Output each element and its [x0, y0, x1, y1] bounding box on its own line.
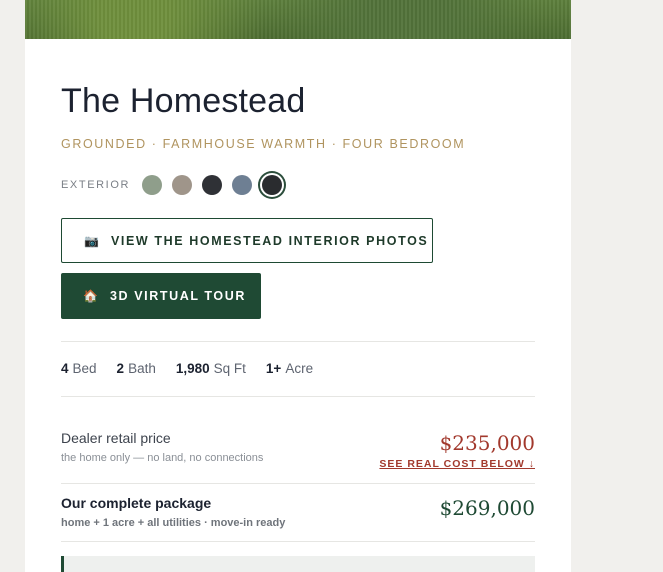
exterior-label: EXTERIOR	[61, 179, 131, 191]
retail-price: $235,000	[439, 431, 535, 455]
swatch-charcoal[interactable]	[202, 175, 223, 195]
virtual-tour-button[interactable]: 🏠 3D VIRTUAL TOUR	[61, 273, 261, 319]
virtual-tour-label: 3D VIRTUAL TOUR	[109, 289, 247, 303]
spec-bed: 4 Bed	[61, 361, 97, 376]
package-price-row: Our complete package home + 1 acre + all…	[61, 495, 535, 529]
see-real-cost-link[interactable]: SEE REAL COST BELOW ↓	[379, 458, 535, 470]
divider	[61, 541, 535, 542]
swatch-sage[interactable]	[142, 175, 163, 195]
divider	[61, 396, 535, 397]
page-title: The Homestead	[61, 82, 306, 120]
divider	[61, 483, 535, 484]
view-interior-photos-label: VIEW THE HOMESTEAD INTERIOR PHOTOS	[110, 233, 429, 248]
swatch-taupe[interactable]	[172, 175, 193, 195]
listing-card: The Homestead GROUNDED · FARMHOUSE WARMT…	[25, 0, 571, 572]
camera-icon: 📷	[84, 233, 99, 248]
home-tagline: GROUNDED · FARMHOUSE WARMTH · FOUR BEDRO…	[61, 137, 466, 151]
retail-price-row: Dealer retail price the home only — no l…	[61, 430, 535, 470]
spec-acre: 1+ Acre	[265, 361, 314, 376]
swatch-slate-blue[interactable]	[232, 175, 253, 195]
home-specs: 4 Bed 2 Bath 1,980 Sq Ft 1+ Acre	[61, 361, 333, 376]
cost-breakdown-callout	[61, 556, 535, 572]
spec-sqft: 1,980 Sq Ft	[175, 361, 246, 376]
spec-bath: 2 Bath	[116, 361, 156, 376]
exterior-color-picker: EXTERIOR	[61, 172, 292, 198]
house-icon: 🏠	[83, 289, 98, 303]
package-price: $269,000	[439, 496, 535, 520]
hero-image	[25, 0, 571, 39]
view-interior-photos-button[interactable]: 📷 VIEW THE HOMESTEAD INTERIOR PHOTOS	[61, 218, 433, 263]
swatch-black[interactable]	[262, 175, 283, 195]
divider	[61, 341, 535, 342]
